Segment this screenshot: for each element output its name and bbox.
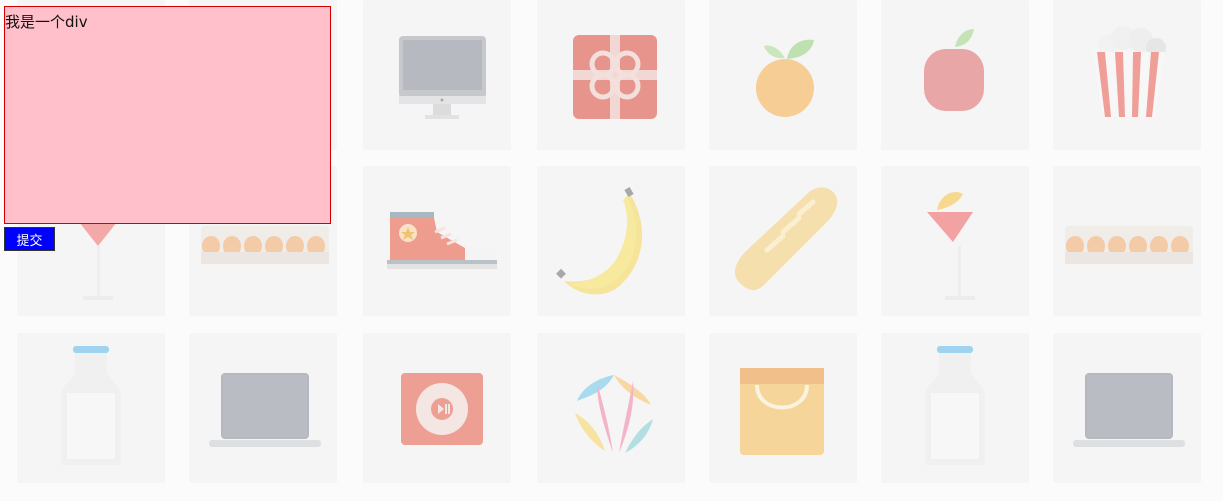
shopping-bag-icon: [740, 368, 824, 455]
milk-bottle-icon: [61, 346, 121, 465]
tile[interactable]: [709, 333, 857, 483]
laptop-icon: [209, 373, 321, 447]
apple-icon: [924, 29, 984, 111]
beach-ball-icon: [575, 375, 653, 453]
overlay-div: 我是一个div: [4, 6, 331, 224]
popcorn-icon: [1093, 26, 1166, 117]
laptop-icon: [1073, 373, 1185, 447]
tile[interactable]: [537, 0, 685, 150]
submit-button[interactable]: 提交: [4, 227, 55, 251]
tile[interactable]: [363, 0, 511, 150]
tile[interactable]: [709, 166, 857, 316]
overlay-text: 我是一个div: [5, 13, 88, 31]
gift-icon: [573, 35, 657, 119]
tile[interactable]: [881, 333, 1029, 483]
tile[interactable]: [1053, 333, 1201, 483]
monitor-icon: [399, 36, 486, 119]
tile[interactable]: [1053, 0, 1201, 150]
tile[interactable]: [363, 166, 511, 316]
milk-bottle-icon: [925, 346, 985, 465]
cocktail-icon: [919, 191, 999, 300]
tile[interactable]: [537, 166, 685, 316]
tile[interactable]: [709, 0, 857, 150]
music-player-icon: [401, 373, 483, 445]
banana-icon: [556, 187, 643, 295]
bread-icon: [734, 187, 838, 291]
tile[interactable]: [881, 0, 1029, 150]
sneaker-icon: [387, 212, 497, 269]
tile[interactable]: [363, 333, 511, 483]
tile[interactable]: [17, 333, 165, 483]
orange-icon: [756, 39, 814, 117]
tile[interactable]: [881, 166, 1029, 316]
eggs-icon: [1065, 226, 1193, 264]
tile[interactable]: [1053, 166, 1201, 316]
tile[interactable]: [189, 333, 337, 483]
tile[interactable]: [537, 333, 685, 483]
